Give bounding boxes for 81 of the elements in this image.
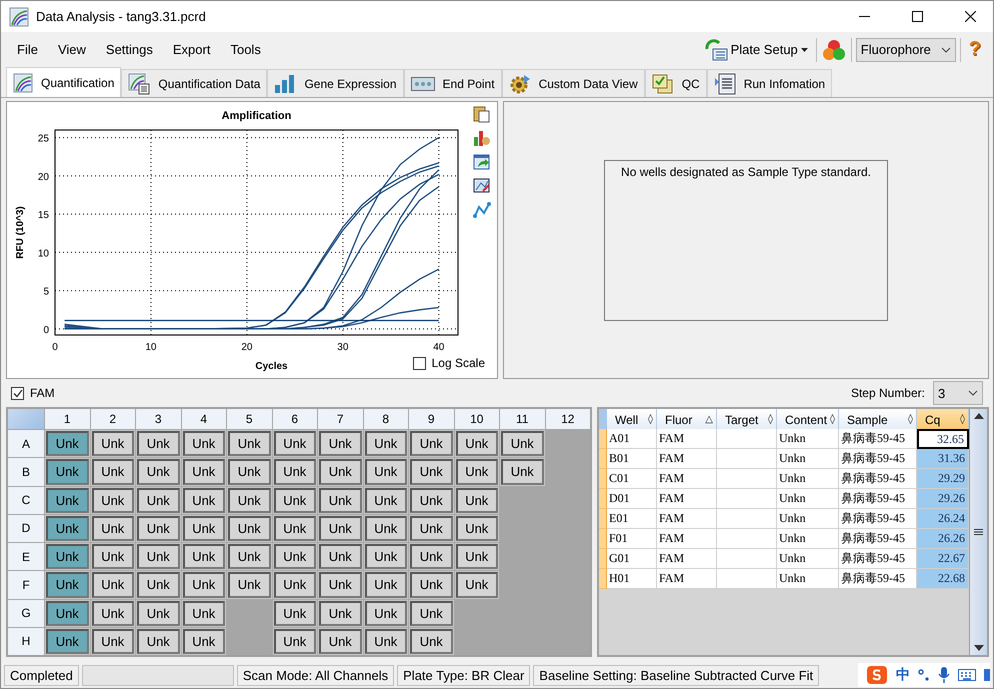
table-cell: Unkn bbox=[777, 549, 839, 569]
axis-tick-label: 0 bbox=[52, 342, 58, 353]
table-cell: Unkn bbox=[777, 469, 839, 489]
window-title: Data Analysis - tang3.31.pcrd bbox=[36, 9, 207, 24]
table-cell: 鼻病毒59-45 bbox=[839, 489, 917, 509]
row-header: H bbox=[8, 628, 44, 655]
scan-mode-status: Scan Mode: All Channels bbox=[236, 664, 394, 686]
chart-title: Amplification bbox=[222, 110, 292, 122]
table-cell: E01 bbox=[607, 509, 657, 529]
axis-tick-label: 30 bbox=[337, 342, 348, 353]
axis-title: Cycles bbox=[255, 361, 288, 372]
table-cell: 29.26 bbox=[917, 489, 969, 509]
table-cell: A01 bbox=[607, 429, 657, 449]
row-header: B bbox=[8, 458, 44, 486]
column-header: 7 bbox=[318, 409, 362, 429]
table-cell: 22.67 bbox=[917, 549, 969, 569]
row-header: A bbox=[8, 430, 44, 458]
column-header: 1 bbox=[45, 409, 90, 429]
column-header: 8 bbox=[364, 409, 408, 429]
table-cell: FAM bbox=[657, 529, 717, 549]
table-cell: FAM bbox=[657, 569, 717, 589]
axis-tick-label: 10 bbox=[145, 342, 157, 353]
table-cell: 22.68 bbox=[917, 569, 969, 589]
row-header: D bbox=[8, 514, 44, 542]
table-cell: B01 bbox=[607, 449, 657, 469]
table-cell: 鼻病毒59-45 bbox=[839, 549, 917, 569]
axis-tick-label: 0 bbox=[43, 324, 49, 336]
table-cell: FAM bbox=[657, 489, 717, 509]
table-cell: 鼻病毒59-45 bbox=[839, 529, 917, 549]
axis-title: RFU (10^3) bbox=[15, 206, 26, 259]
table-cell: 鼻病毒59-45 bbox=[839, 449, 917, 469]
table-cell: Unkn bbox=[777, 509, 839, 529]
table-cell: 29.29 bbox=[917, 469, 969, 489]
axis-tick-label: 10 bbox=[38, 248, 49, 260]
axis-tick-label: 15 bbox=[38, 210, 49, 222]
axis-tick-label: 5 bbox=[43, 286, 49, 298]
table-cell: Unkn bbox=[777, 529, 839, 549]
table-cell: FAM bbox=[657, 469, 717, 489]
table-cell: 31.36 bbox=[917, 449, 969, 469]
column-header: 10 bbox=[454, 409, 499, 429]
table-cell: 鼻病毒59-45 bbox=[839, 569, 917, 589]
table-cell: 鼻病毒59-45 bbox=[839, 469, 917, 489]
table-cell: Unkn bbox=[777, 449, 839, 469]
column-header: 4 bbox=[182, 409, 226, 429]
table-cell: 26.26 bbox=[917, 529, 969, 549]
row-header: F bbox=[8, 571, 44, 598]
standard-curve-message: No wells designated as Sample Type standard. bbox=[604, 160, 888, 321]
table-cell: 鼻病毒59-45 bbox=[839, 429, 917, 449]
table-cell: FAM bbox=[657, 509, 717, 529]
table-cell: 32.65 bbox=[917, 429, 969, 449]
column-header: 2 bbox=[90, 409, 135, 429]
table-cell: Unkn bbox=[777, 569, 839, 589]
column-header: 9 bbox=[409, 409, 454, 429]
column-header: 5 bbox=[227, 409, 272, 429]
table-cell: FAM bbox=[657, 549, 717, 569]
table-cell: H01 bbox=[607, 569, 657, 589]
baseline-status: Baseline Setting: Baseline Subtracted Curve Fit bbox=[533, 664, 820, 686]
table-cell: 26.24 bbox=[917, 509, 969, 529]
plate-type-status: Plate Type: BR Clear bbox=[397, 664, 530, 686]
row-header: G bbox=[8, 600, 44, 627]
step-number-label: Step Number: bbox=[850, 386, 925, 400]
table-cell: Unkn bbox=[777, 489, 839, 509]
axis-tick-label: 20 bbox=[38, 172, 49, 183]
row-header: C bbox=[8, 486, 44, 514]
column-header: 6 bbox=[272, 409, 317, 429]
table-cell: FAM bbox=[657, 449, 717, 469]
column-header: 12 bbox=[546, 409, 590, 429]
axis-tick-label: 20 bbox=[241, 342, 252, 353]
table-cell: 鼻病毒59-45 bbox=[839, 509, 917, 529]
axis-tick-label: 25 bbox=[38, 134, 49, 145]
column-header: 11 bbox=[500, 409, 544, 429]
table-cell: G01 bbox=[607, 549, 657, 569]
axis-tick-label: 40 bbox=[433, 342, 444, 353]
table-cell: FAM bbox=[657, 429, 717, 449]
column-header: 3 bbox=[136, 409, 180, 429]
table-cell: D01 bbox=[607, 489, 657, 509]
table-cell: F01 bbox=[607, 529, 657, 549]
status-text: Completed bbox=[4, 664, 79, 686]
table-cell: Unkn bbox=[777, 429, 839, 449]
table-cell: C01 bbox=[607, 469, 657, 489]
row-header: E bbox=[8, 543, 44, 570]
